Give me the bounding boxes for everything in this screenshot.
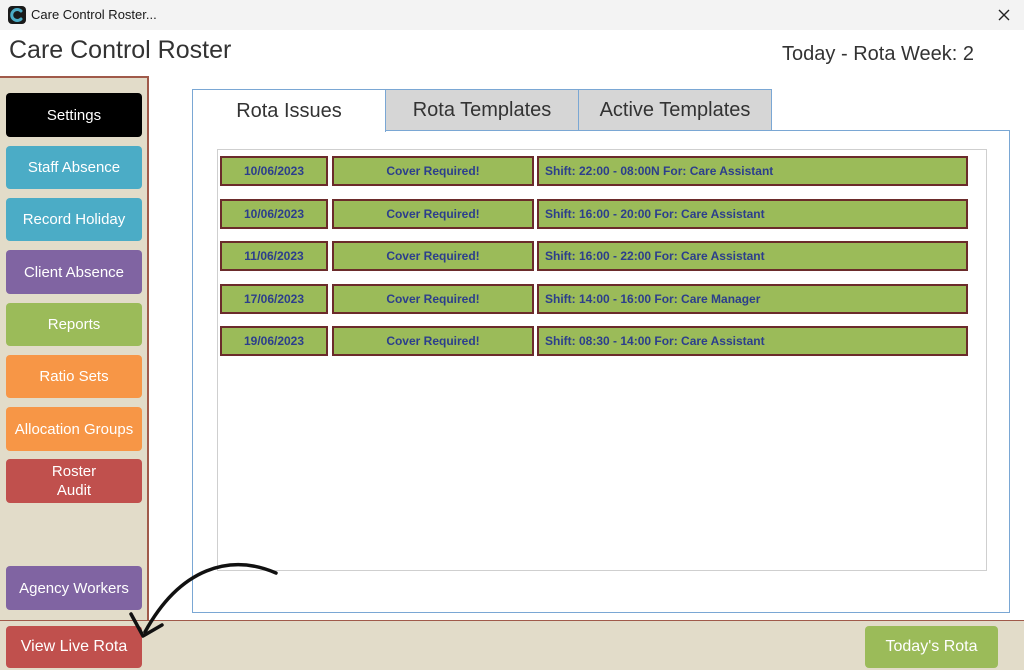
tab-active-templates-label: Active Templates xyxy=(599,98,751,121)
staff-absence-button[interactable]: Staff Absence xyxy=(6,146,142,189)
issue-status: Cover Required! xyxy=(386,164,480,178)
issue-date: 17/06/2023 xyxy=(243,292,305,306)
issue-status: Cover Required! xyxy=(386,207,480,221)
issue-date: 19/06/2023 xyxy=(243,334,305,348)
close-icon xyxy=(998,9,1010,21)
record-holiday-label: Record Holiday xyxy=(22,211,126,228)
rota-week-label: Today - Rota Week: 2 xyxy=(782,43,974,65)
app-window: Care Control Roster... Care Control Rost… xyxy=(0,0,1024,670)
client-absence-button[interactable]: Client Absence xyxy=(6,250,142,294)
todays-rota-button[interactable]: Today's Rota xyxy=(865,626,998,668)
issue-detail-cell[interactable]: Shift: 22:00 - 08:00N For: Care Assistan… xyxy=(537,156,968,186)
issue-date-cell[interactable]: 17/06/2023 xyxy=(220,284,328,314)
staff-absence-label: Staff Absence xyxy=(27,159,121,176)
settings-button[interactable]: Settings xyxy=(6,93,142,137)
client-absence-label: Client Absence xyxy=(23,263,125,281)
issue-date: 10/06/2023 xyxy=(243,164,305,178)
tab-rota-issues-label: Rota Issues xyxy=(236,99,342,122)
window-title: Care Control Roster... xyxy=(31,7,157,22)
reports-button[interactable]: Reports xyxy=(6,303,142,346)
allocation-groups-button[interactable]: Allocation Groups xyxy=(6,407,142,451)
roster-audit-label-line2: Audit xyxy=(56,482,92,499)
issue-detail-cell[interactable]: Shift: 16:00 - 22:00 For: Care Assistant xyxy=(537,241,968,271)
issue-date-cell[interactable]: 10/06/2023 xyxy=(220,199,328,229)
view-live-rota-button[interactable]: View Live Rota xyxy=(6,626,142,668)
tab-active-templates[interactable]: Active Templates xyxy=(578,89,772,131)
issue-status: Cover Required! xyxy=(386,292,480,306)
care-control-c-icon xyxy=(8,6,26,24)
ratio-sets-label: Ratio Sets xyxy=(39,368,109,385)
issue-date: 10/06/2023 xyxy=(243,207,305,221)
issue-status-cell[interactable]: Cover Required! xyxy=(332,199,534,229)
settings-label: Settings xyxy=(46,106,102,124)
title-bar: Care Control Roster... xyxy=(0,0,1024,30)
issue-date-cell[interactable]: 19/06/2023 xyxy=(220,326,328,356)
tab-rota-issues[interactable]: Rota Issues xyxy=(192,89,386,132)
ratio-sets-button[interactable]: Ratio Sets xyxy=(6,355,142,398)
issue-status-cell[interactable]: Cover Required! xyxy=(332,284,534,314)
roster-audit-button[interactable]: Roster Audit xyxy=(6,459,142,503)
issue-date: 11/06/2023 xyxy=(244,249,304,263)
issue-status-cell[interactable]: Cover Required! xyxy=(332,326,534,356)
issue-status: Cover Required! xyxy=(386,334,480,348)
agency-workers-label: Agency Workers xyxy=(19,579,129,597)
issue-detail: Shift: 22:00 - 08:00N For: Care Assistan… xyxy=(545,164,774,178)
issue-date-cell[interactable]: 11/06/2023 xyxy=(220,241,328,271)
roster-audit-label-line1: Roster xyxy=(51,463,97,480)
issue-detail-cell[interactable]: Shift: 16:00 - 20:00 For: Care Assistant xyxy=(537,199,968,229)
close-button[interactable] xyxy=(984,0,1024,30)
todays-rota-label: Today's Rota xyxy=(885,638,978,655)
allocation-groups-label: Allocation Groups xyxy=(14,420,134,438)
issue-date-cell[interactable]: 10/06/2023 xyxy=(220,156,328,186)
issue-detail-cell[interactable]: Shift: 08:30 - 14:00 For: Care Assistant xyxy=(537,326,968,356)
issue-detail: Shift: 08:30 - 14:00 For: Care Assistant xyxy=(545,334,765,348)
issue-status-cell[interactable]: Cover Required! xyxy=(332,156,534,186)
issue-status: Cover Required! xyxy=(386,249,480,263)
tab-rota-templates-label: Rota Templates xyxy=(412,98,552,121)
tab-rota-templates[interactable]: Rota Templates xyxy=(385,89,579,131)
issue-detail-cell[interactable]: Shift: 14:00 - 16:00 For: Care Manager xyxy=(537,284,968,314)
view-live-rota-label: View Live Rota xyxy=(20,638,128,655)
issue-detail: Shift: 16:00 - 20:00 For: Care Assistant xyxy=(545,207,765,221)
record-holiday-button[interactable]: Record Holiday xyxy=(6,198,142,241)
agency-workers-button[interactable]: Agency Workers xyxy=(6,566,142,610)
issue-detail: Shift: 16:00 - 22:00 For: Care Assistant xyxy=(545,249,765,263)
issue-status-cell[interactable]: Cover Required! xyxy=(332,241,534,271)
app-title: Care Control Roster xyxy=(9,36,232,64)
reports-label: Reports xyxy=(47,316,101,333)
issue-detail: Shift: 14:00 - 16:00 For: Care Manager xyxy=(545,292,761,306)
